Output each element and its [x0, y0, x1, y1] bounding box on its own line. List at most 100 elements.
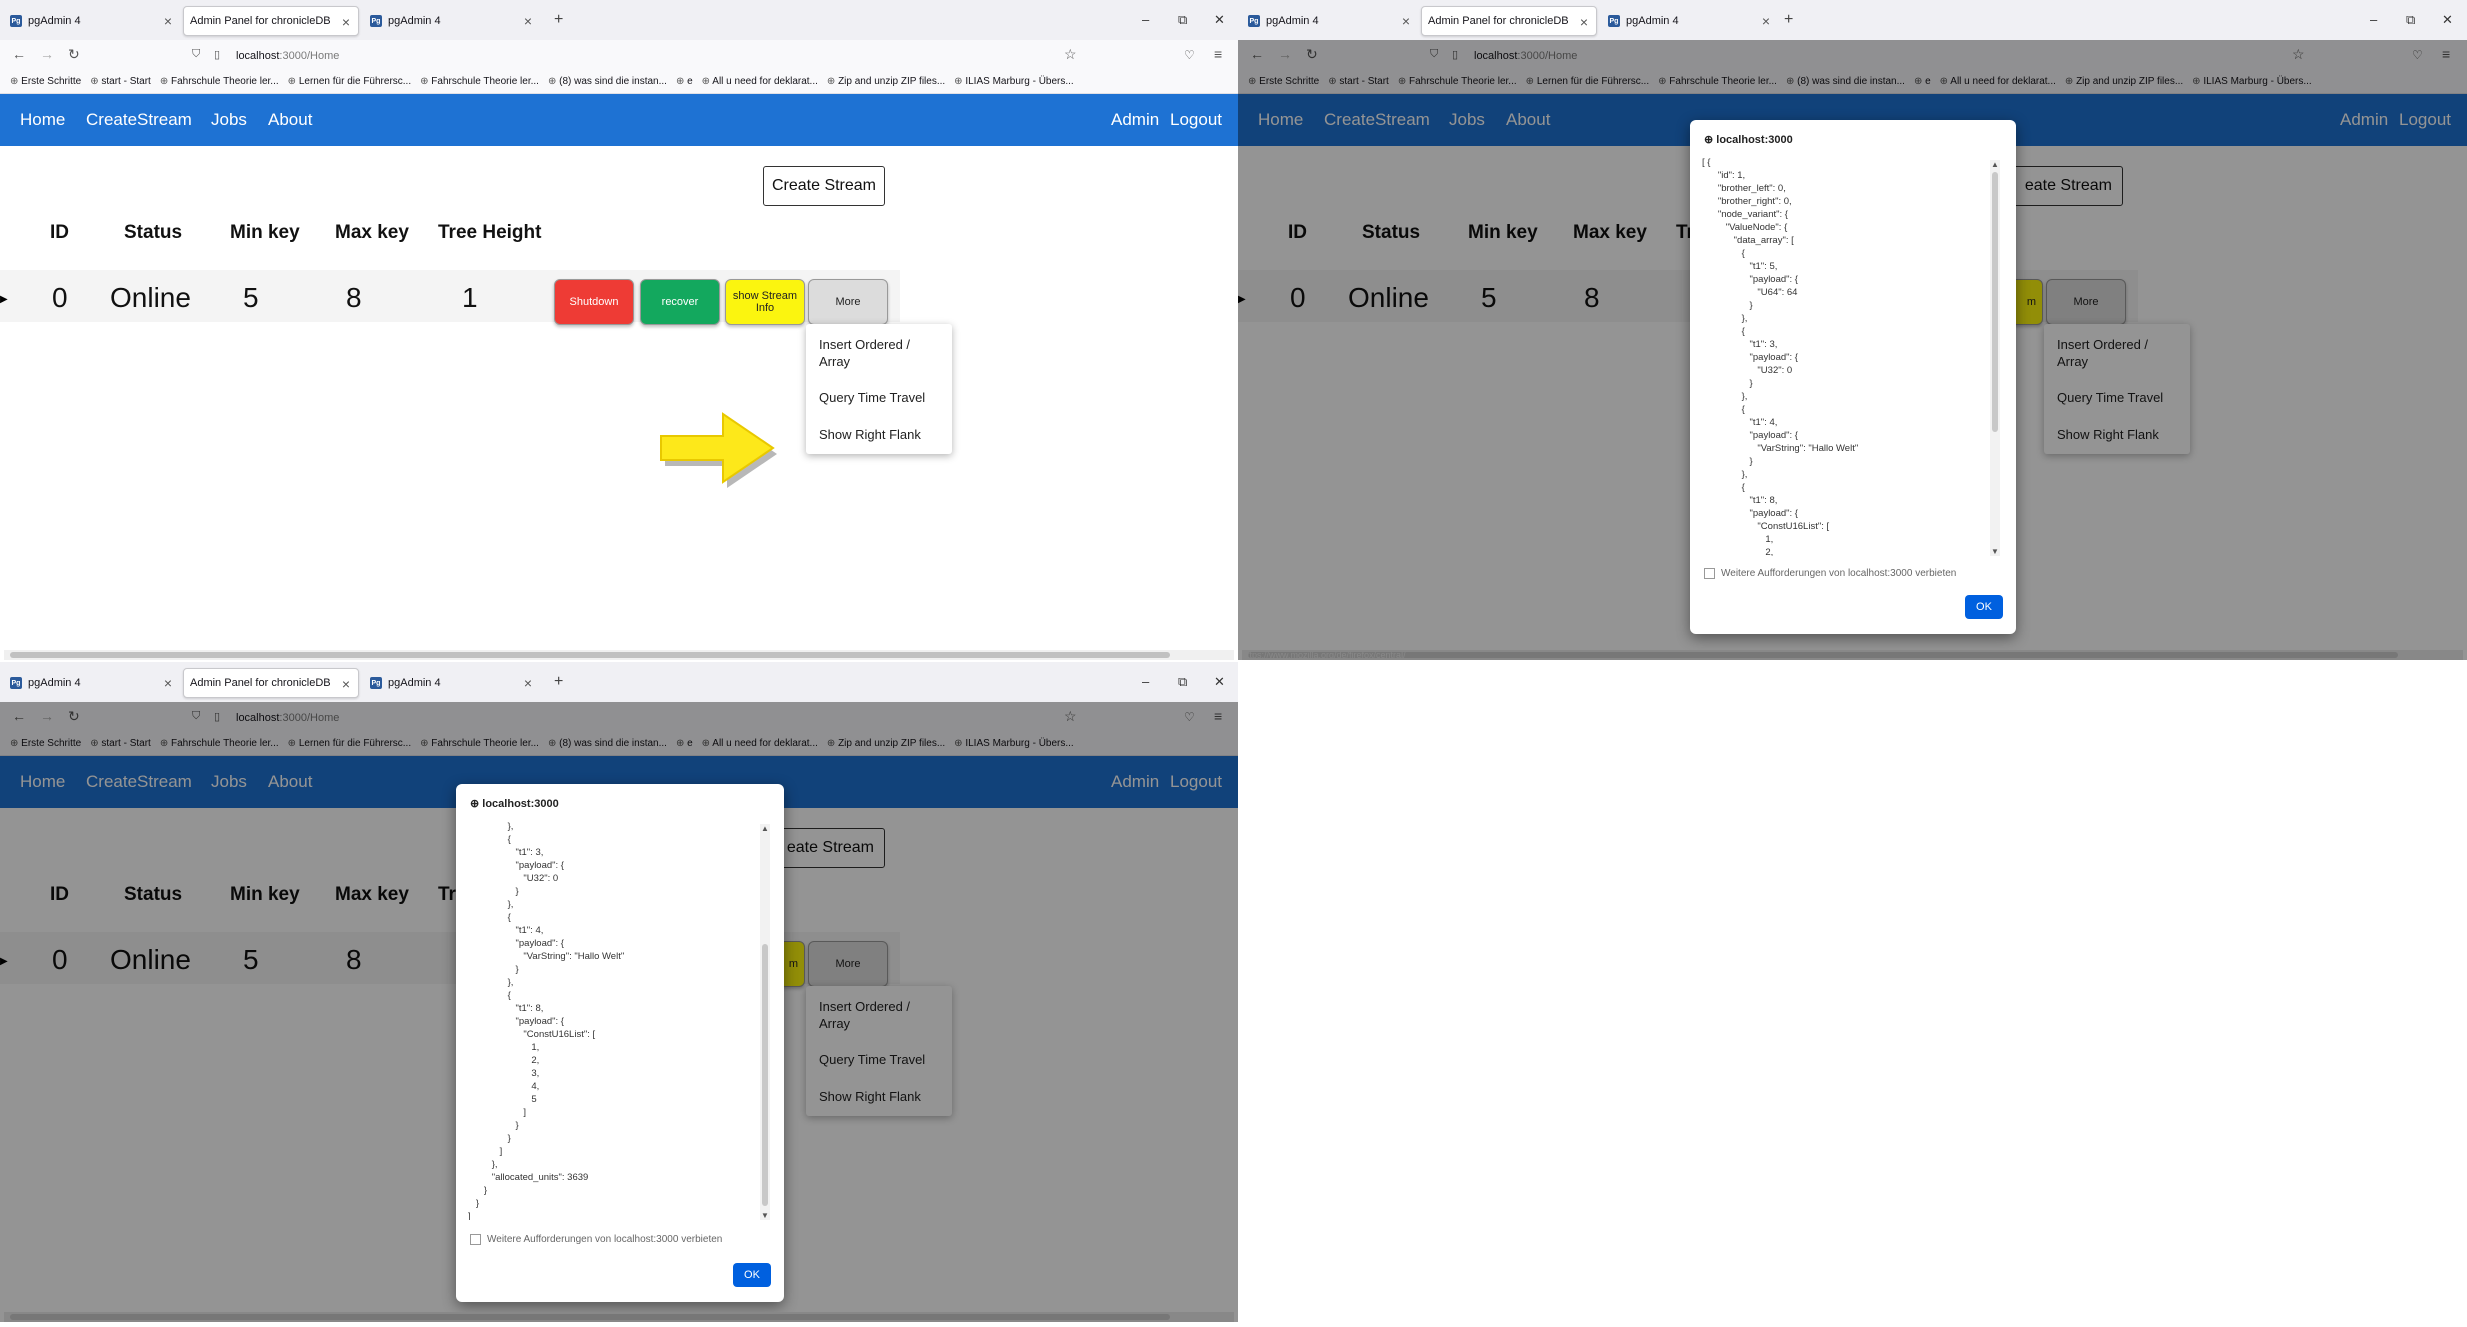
scroll-thumb[interactable] — [10, 1314, 1170, 1320]
close-tab-icon[interactable]: × — [1580, 14, 1588, 30]
scroll-thumb[interactable] — [10, 652, 1170, 658]
bookmark-item[interactable]: start - Start — [90, 76, 150, 87]
nav-home[interactable]: Home — [20, 110, 65, 130]
close-tab-icon[interactable]: × — [524, 13, 532, 29]
scroll-up-icon[interactable]: ▲ — [761, 824, 769, 833]
close-tab-icon[interactable]: × — [164, 675, 172, 691]
cell-max-key: 8 — [346, 282, 362, 313]
main-content: Create Stream ID Status Min key Max key … — [0, 146, 1238, 660]
bookmark-item[interactable]: Zip and unzip ZIP files... — [827, 76, 945, 87]
cell-min-key: 5 — [243, 282, 259, 313]
tab-bar: Pg pgAdmin 4 × Admin Panel for chronicleDB… — [0, 662, 1238, 702]
scroll-thumb[interactable] — [762, 944, 768, 1206]
create-stream-button[interactable]: Create Stream — [763, 166, 885, 206]
pocket-icon[interactable]: ♡ — [1184, 48, 1195, 62]
tab-pgadmin-2[interactable]: Pg pgAdmin 4 × — [364, 668, 540, 698]
ok-button[interactable]: OK — [733, 1263, 771, 1287]
bookmark-item[interactable]: All u need for deklarat... — [702, 76, 818, 87]
menu-show-right-flank[interactable]: Show Right Flank — [819, 427, 921, 442]
row-marker-icon: ▶ — [0, 294, 8, 305]
checkbox-box[interactable] — [1704, 568, 1715, 579]
horizontal-scrollbar[interactable] — [1242, 650, 2463, 660]
close-tab-icon[interactable]: × — [524, 675, 532, 691]
new-tab-icon[interactable]: + — [554, 673, 563, 691]
star-icon[interactable]: ☆ — [1064, 46, 1077, 63]
tab-pgadmin-1[interactable]: Pg pgAdmin 4 × — [4, 6, 180, 36]
show-stream-info-button[interactable]: show Stream Info — [725, 279, 805, 325]
tab-pgadmin-2[interactable]: Pg pgAdmin 4 × — [364, 6, 540, 36]
forward-icon[interactable]: → — [40, 46, 54, 62]
back-icon[interactable]: ← — [12, 46, 26, 62]
nav-about[interactable]: About — [268, 110, 312, 130]
menu-icon[interactable]: ≡ — [1214, 46, 1222, 62]
scroll-thumb[interactable] — [1248, 652, 2398, 658]
checkbox-box[interactable] — [470, 1234, 481, 1245]
more-button[interactable]: More — [808, 279, 888, 325]
header-id: ID — [50, 222, 69, 243]
tab-pgadmin-2[interactable]: Pg pgAdmin 4 × — [1602, 6, 1778, 36]
shield-icon[interactable]: ⛉ — [192, 48, 200, 61]
globe-icon: ⊕ — [1704, 134, 1717, 146]
shutdown-button[interactable]: Shutdown — [554, 279, 634, 325]
new-tab-icon[interactable]: + — [1784, 11, 1793, 29]
tab-pgadmin-1[interactable]: Pg pgAdmin 4 × — [4, 668, 180, 698]
pgadmin-icon: Pg — [1248, 15, 1260, 27]
ok-button[interactable]: OK — [1965, 595, 2003, 619]
dialog-scrollbar[interactable]: ▲ ▼ — [1990, 160, 2000, 556]
menu-query-time-travel[interactable]: Query Time Travel — [819, 390, 925, 405]
bookmark-item[interactable]: ILIAS Marburg - Übers... — [954, 76, 1073, 87]
bookmark-item[interactable]: e — [676, 76, 693, 87]
tab-admin-panel[interactable]: Admin Panel for chronicleDB × — [183, 6, 359, 36]
new-tab-icon[interactable]: + — [554, 11, 563, 29]
globe-icon: ⊕ — [470, 798, 483, 810]
window-close-icon[interactable]: ✕ — [2442, 12, 2453, 28]
dialog-scrollbar[interactable]: ▲ ▼ — [760, 824, 770, 1220]
nav-create-stream[interactable]: CreateStream — [86, 110, 192, 130]
app-navbar: Home CreateStream Jobs About Admin Logou… — [0, 94, 1238, 146]
browser-window-3: Pg pgAdmin 4 × Admin Panel for chronicleDB… — [0, 662, 1238, 1322]
window-close-icon[interactable]: ✕ — [1214, 674, 1225, 690]
maximize-icon[interactable]: ⧉ — [1178, 674, 1187, 690]
nav-admin[interactable]: Admin — [1111, 110, 1159, 130]
maximize-icon[interactable]: ⧉ — [2406, 12, 2415, 28]
tab-pgadmin-1[interactable]: Pg pgAdmin 4 × — [1242, 6, 1418, 36]
bookmark-item[interactable]: Fahrschule Theorie ler... — [420, 76, 539, 87]
page-icon: ▯ — [214, 49, 221, 61]
scroll-up-icon[interactable]: ▲ — [1991, 160, 1999, 169]
suppress-checkbox[interactable]: Weitere Aufforderungen von localhost:300… — [1704, 568, 1956, 579]
nav-jobs[interactable]: Jobs — [211, 110, 247, 130]
minimize-icon[interactable]: – — [1142, 674, 1149, 689]
address-bar[interactable]: localhost:3000/Home — [236, 45, 339, 67]
close-tab-icon[interactable]: × — [164, 13, 172, 29]
recover-button[interactable]: recover — [640, 279, 720, 325]
minimize-icon[interactable]: – — [2370, 12, 2377, 27]
minimize-icon[interactable]: – — [1142, 12, 1149, 27]
bookmark-item[interactable]: (8) was sind die instan... — [548, 76, 667, 87]
menu-insert-ordered[interactable]: Insert Ordered / Array — [819, 336, 929, 370]
bookmark-item[interactable]: Fahrschule Theorie ler... — [160, 76, 279, 87]
bookmark-item[interactable]: Lernen für die Führersc... — [288, 76, 411, 87]
horizontal-scrollbar[interactable] — [4, 1312, 1234, 1322]
yellow-arrow-icon — [660, 412, 777, 488]
dialog-title: ⊕ localhost:3000 — [1704, 134, 1793, 146]
suppress-checkbox[interactable]: Weitere Aufforderungen von localhost:300… — [470, 1234, 722, 1245]
reload-icon[interactable]: ↻ — [68, 46, 80, 63]
blank-area — [1238, 662, 2467, 1327]
alert-dialog: ⊕ localhost:3000 }, { "t1": 3, "payload"… — [456, 784, 784, 1302]
tab-admin-panel[interactable]: Admin Panel for chronicleDB × — [1421, 6, 1597, 36]
more-dropdown-menu: Insert Ordered / Array Query Time Travel… — [806, 324, 952, 454]
bookmark-item[interactable]: Erste Schritte — [10, 76, 81, 87]
window-close-icon[interactable]: ✕ — [1214, 12, 1225, 28]
scroll-down-icon[interactable]: ▼ — [1991, 547, 1999, 556]
maximize-icon[interactable]: ⧉ — [1178, 12, 1187, 28]
tab-admin-panel[interactable]: Admin Panel for chronicleDB × — [183, 668, 359, 698]
browser-window-2: Pg pgAdmin 4 × Admin Panel for chronicleDB… — [1238, 0, 2467, 660]
close-tab-icon[interactable]: × — [342, 676, 350, 692]
close-tab-icon[interactable]: × — [1762, 13, 1770, 29]
scroll-thumb[interactable] — [1992, 172, 1998, 432]
horizontal-scrollbar[interactable] — [4, 650, 1234, 660]
close-tab-icon[interactable]: × — [342, 14, 350, 30]
close-tab-icon[interactable]: × — [1402, 13, 1410, 29]
scroll-down-icon[interactable]: ▼ — [761, 1211, 769, 1220]
nav-logout[interactable]: Logout — [1170, 110, 1222, 130]
